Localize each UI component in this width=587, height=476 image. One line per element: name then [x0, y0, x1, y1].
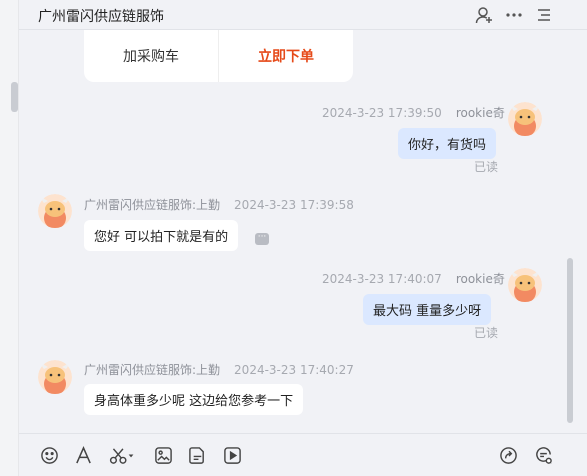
emoji-icon[interactable]	[38, 444, 60, 466]
avatar[interactable]	[38, 360, 72, 394]
left-scroll-handle[interactable]	[11, 82, 18, 112]
read-status: 已读	[474, 326, 499, 340]
message-scrollbar[interactable]	[567, 258, 573, 423]
sender-name: rookie奇	[455, 272, 505, 286]
chat-title: 广州雷闪供应链服饰	[38, 9, 164, 25]
message-meta: 广州雷闪供应链服饰:上勤 2024-3-23 17:39:58	[84, 196, 354, 213]
message-bubble-incoming[interactable]: 您好 可以拍下就是有的	[84, 220, 239, 251]
message-bubble-outgoing[interactable]: 你好，有货吗	[398, 128, 497, 159]
chat-header: 广州雷闪供应链服饰	[19, 0, 587, 30]
message-meta: 2024-3-23 17:39:50 rookie奇	[322, 104, 505, 121]
share-icon[interactable]	[497, 444, 519, 466]
input-toolbar	[19, 433, 587, 476]
message-meta: 2024-3-23 17:40:07 rookie奇	[322, 270, 505, 287]
read-status: 已读	[474, 160, 499, 174]
chat-panel: 广州雷闪供应链服饰 加采购车 立即下单 2024-3-23 17:39:50 ro…	[19, 0, 587, 476]
add-user-icon[interactable]	[473, 4, 495, 26]
message-timestamp: 2024-3-23 17:39:58	[234, 198, 354, 212]
message-bubble-incoming[interactable]: 身高体重多少呢 这边给您参考一下	[84, 384, 304, 415]
file-icon[interactable]	[186, 444, 208, 466]
more-icon[interactable]	[503, 4, 525, 26]
message-timestamp: 2024-3-23 17:39:50	[322, 106, 442, 120]
sender-name: 广州雷闪供应链服饰:上勤	[84, 363, 221, 377]
image-icon[interactable]	[152, 444, 174, 466]
message-timestamp: 2024-3-23 17:40:07	[322, 272, 442, 286]
quick-reply-icon[interactable]	[532, 444, 554, 466]
order-card: 加采购车 立即下单	[84, 30, 353, 82]
left-sidebar-strip	[0, 0, 19, 476]
avatar[interactable]	[38, 194, 72, 228]
list-icon[interactable]	[533, 4, 555, 26]
buy-now-button[interactable]: 立即下单	[219, 30, 353, 82]
sender-name: rookie奇	[455, 106, 505, 120]
avatar[interactable]	[508, 268, 542, 302]
avatar[interactable]	[508, 102, 542, 136]
message-meta: 广州雷闪供应链服饰:上勤 2024-3-23 17:40:27	[84, 361, 354, 378]
message-timestamp: 2024-3-23 17:40:27	[234, 363, 354, 377]
font-icon[interactable]	[72, 444, 94, 466]
message-more-icon[interactable]: ···	[255, 233, 269, 245]
video-icon[interactable]	[221, 444, 243, 466]
message-bubble-outgoing[interactable]: 最大码 重量多少呀	[363, 294, 492, 325]
add-to-cart-button[interactable]: 加采购车	[84, 30, 219, 82]
sender-name: 广州雷闪供应链服饰:上勤	[84, 198, 221, 212]
scissors-icon[interactable]	[107, 444, 137, 466]
